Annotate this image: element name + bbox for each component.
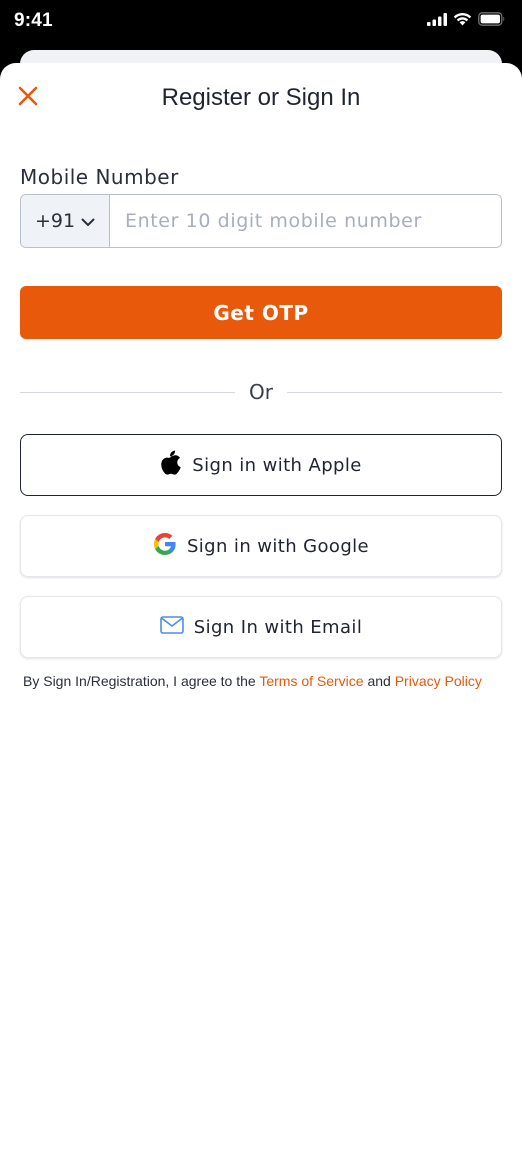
status-time: 9:41 xyxy=(14,10,53,31)
mobile-number-input[interactable] xyxy=(110,195,501,247)
google-icon xyxy=(153,532,177,561)
sign-in-sheet: Register or Sign In Mobile Number +91 Ge… xyxy=(0,63,522,1158)
mobile-number-label: Mobile Number xyxy=(20,165,179,189)
mobile-number-field: +91 xyxy=(20,194,502,248)
or-divider: Or xyxy=(20,377,502,407)
email-icon xyxy=(159,615,184,639)
get-otp-button[interactable]: Get OTP xyxy=(20,286,502,339)
sign-in-apple-label: Sign in with Apple xyxy=(192,454,362,476)
divider-line-left xyxy=(20,391,236,393)
cellular-signal-icon xyxy=(427,12,447,31)
country-code-value: +91 xyxy=(34,210,76,232)
sign-in-google-label: Sign in with Google xyxy=(186,535,370,557)
sign-in-google-button[interactable]: Sign in with Google xyxy=(20,515,502,577)
apple-icon xyxy=(160,450,182,481)
privacy-policy-link[interactable]: Privacy Policy xyxy=(395,673,482,689)
sign-in-email-button[interactable]: Sign In with Email xyxy=(20,596,502,658)
terms-of-service-link[interactable]: Terms of Service xyxy=(259,673,363,689)
status-bar: 9:41 xyxy=(0,0,522,44)
divider-line-right xyxy=(286,391,502,393)
terms-prefix: By Sign In/Registration, I agree to the xyxy=(23,673,260,689)
chevron-down-icon xyxy=(81,210,95,232)
country-code-select[interactable]: +91 xyxy=(21,195,110,247)
divider-text: Or xyxy=(249,380,273,404)
sign-in-apple-button[interactable]: Sign in with Apple xyxy=(20,434,502,496)
screen: 9:41 Register or Sign In Mobile Number +… xyxy=(0,0,522,1158)
status-icons xyxy=(427,12,506,31)
battery-icon xyxy=(478,12,506,31)
page-title: Register or Sign In xyxy=(161,84,361,111)
sign-in-email-label: Sign In with Email xyxy=(193,616,363,638)
terms-text: By Sign In/Registration, I agree to the … xyxy=(23,673,513,689)
wifi-icon xyxy=(453,12,472,31)
terms-and: and xyxy=(363,673,395,689)
